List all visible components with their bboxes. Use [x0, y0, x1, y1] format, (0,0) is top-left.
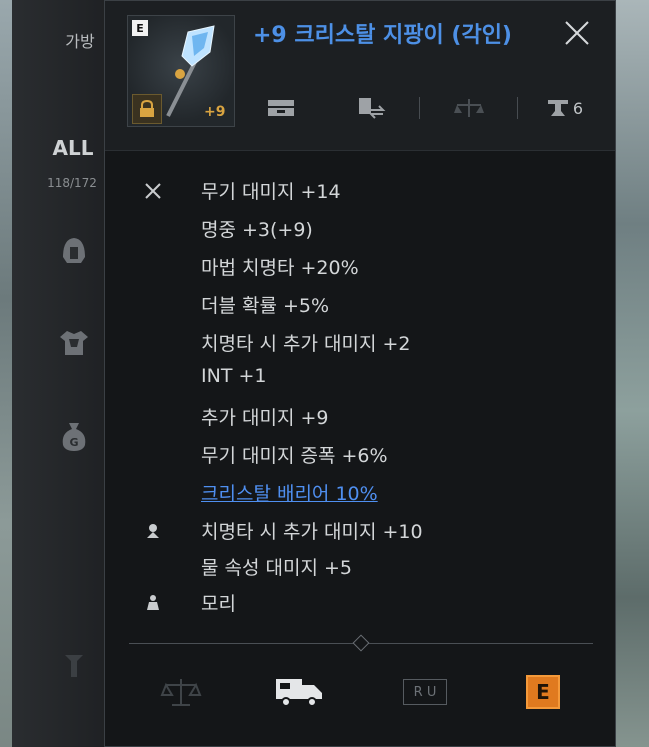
- weight-icon: [141, 591, 165, 615]
- item-slot[interactable]: E +9: [127, 15, 235, 127]
- item-tooltip-panel: E +9 +9 크리스탈 지팡이 (각인) 6 무기 대미지 +14 명중 +3…: [104, 0, 616, 747]
- upgrade-count-value: 6: [572, 98, 584, 118]
- trade-icon[interactable]: [351, 91, 391, 125]
- header-separator: [419, 97, 420, 119]
- stat-row: 추가 대미지 +9: [105, 399, 615, 435]
- svg-text:G: G: [69, 436, 78, 449]
- lock-icon[interactable]: [132, 94, 162, 124]
- anvil-icon: [547, 100, 568, 116]
- stat-text: 치명타 시 추가 대미지 +10: [201, 521, 423, 543]
- item-name: +9 크리스탈 지팡이 (각인): [253, 23, 512, 48]
- background-right: [612, 0, 649, 747]
- engrave-icon: [141, 519, 165, 543]
- stat-row: 마법 치명타 +20%: [105, 249, 615, 285]
- armor-icon[interactable]: [52, 320, 96, 364]
- divider-ornament: [352, 634, 370, 652]
- stat-row: 더블 확률 +5%: [105, 287, 615, 323]
- stat-row: 치명타 시 추가 대미지 +2: [105, 325, 615, 361]
- stat-text: 추가 대미지 +9: [201, 407, 329, 429]
- sword-icon: [141, 179, 165, 203]
- stat-text: 무기 대미지 +14: [201, 181, 341, 203]
- delivery-truck-icon: [276, 679, 322, 707]
- equip-button[interactable]: E: [517, 669, 569, 715]
- inventory-sidebar: 가방 ALL 118/172 G: [12, 0, 108, 747]
- stat-text: INT +1: [201, 365, 267, 387]
- scale-button[interactable]: [155, 669, 207, 715]
- stat-text: 더블 확률 +5%: [201, 295, 330, 317]
- close-button[interactable]: [557, 13, 597, 53]
- stat-text: 물 속성 대미지 +5: [201, 557, 353, 579]
- stat-row: 무기 대미지 +14: [105, 173, 615, 209]
- scale-icon: [160, 679, 202, 706]
- stat-row: 무기 대미지 증폭 +6%: [105, 437, 615, 473]
- item-header-icons: 6: [255, 91, 595, 125]
- stat-row: 치명타 시 추가 대미지 +10: [105, 513, 615, 549]
- stat-text: 치명타 시 추가 대미지 +2: [201, 333, 411, 355]
- helmet-icon[interactable]: [52, 228, 96, 272]
- money-bag-icon[interactable]: G: [52, 414, 96, 458]
- stat-row: INT +1: [105, 361, 615, 397]
- delivery-button[interactable]: [273, 669, 325, 715]
- close-icon: [565, 21, 589, 45]
- tool-icon[interactable]: [52, 644, 96, 688]
- bag-tab[interactable]: 가방: [52, 28, 108, 52]
- stat-text: 명중 +3(+9): [201, 219, 313, 241]
- set-effect-link[interactable]: 크리스탈 배리어 10%: [201, 479, 378, 506]
- ru-label: R U: [403, 679, 447, 705]
- stat-row: 물 속성 대미지 +5: [105, 549, 615, 585]
- stat-row: 모리: [105, 585, 615, 621]
- upgrade-count: 6: [539, 91, 591, 125]
- stat-text: 마법 치명타 +20%: [201, 257, 359, 279]
- stat-text: 모리: [201, 593, 236, 615]
- stat-row: 명중 +3(+9): [105, 211, 615, 247]
- ru-button[interactable]: R U: [399, 669, 451, 715]
- enhance-level: +9: [204, 104, 226, 120]
- item-header: E +9 +9 크리스탈 지팡이 (각인) 6: [105, 1, 615, 151]
- stat-row-set-effect: 크리스탈 배리어 10%: [105, 475, 615, 511]
- header-separator: [517, 97, 518, 119]
- equip-label: E: [526, 675, 560, 709]
- storage-icon[interactable]: [263, 91, 299, 125]
- stat-text: 무기 대미지 증폭 +6%: [201, 445, 388, 467]
- balance-icon[interactable]: [449, 91, 489, 125]
